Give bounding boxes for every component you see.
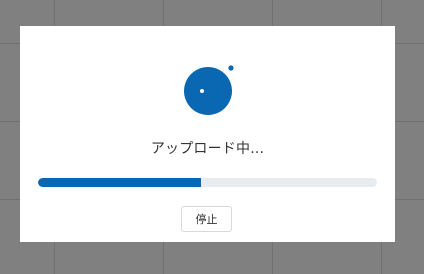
upload-progress-fill	[38, 178, 201, 187]
upload-dialog: アップロード中... 停止	[20, 26, 395, 242]
uploading-blob-icon	[184, 65, 240, 117]
upload-status-text: アップロード中...	[150, 141, 265, 157]
stop-button[interactable]: 停止	[181, 206, 232, 232]
upload-progress-bar	[38, 178, 377, 187]
